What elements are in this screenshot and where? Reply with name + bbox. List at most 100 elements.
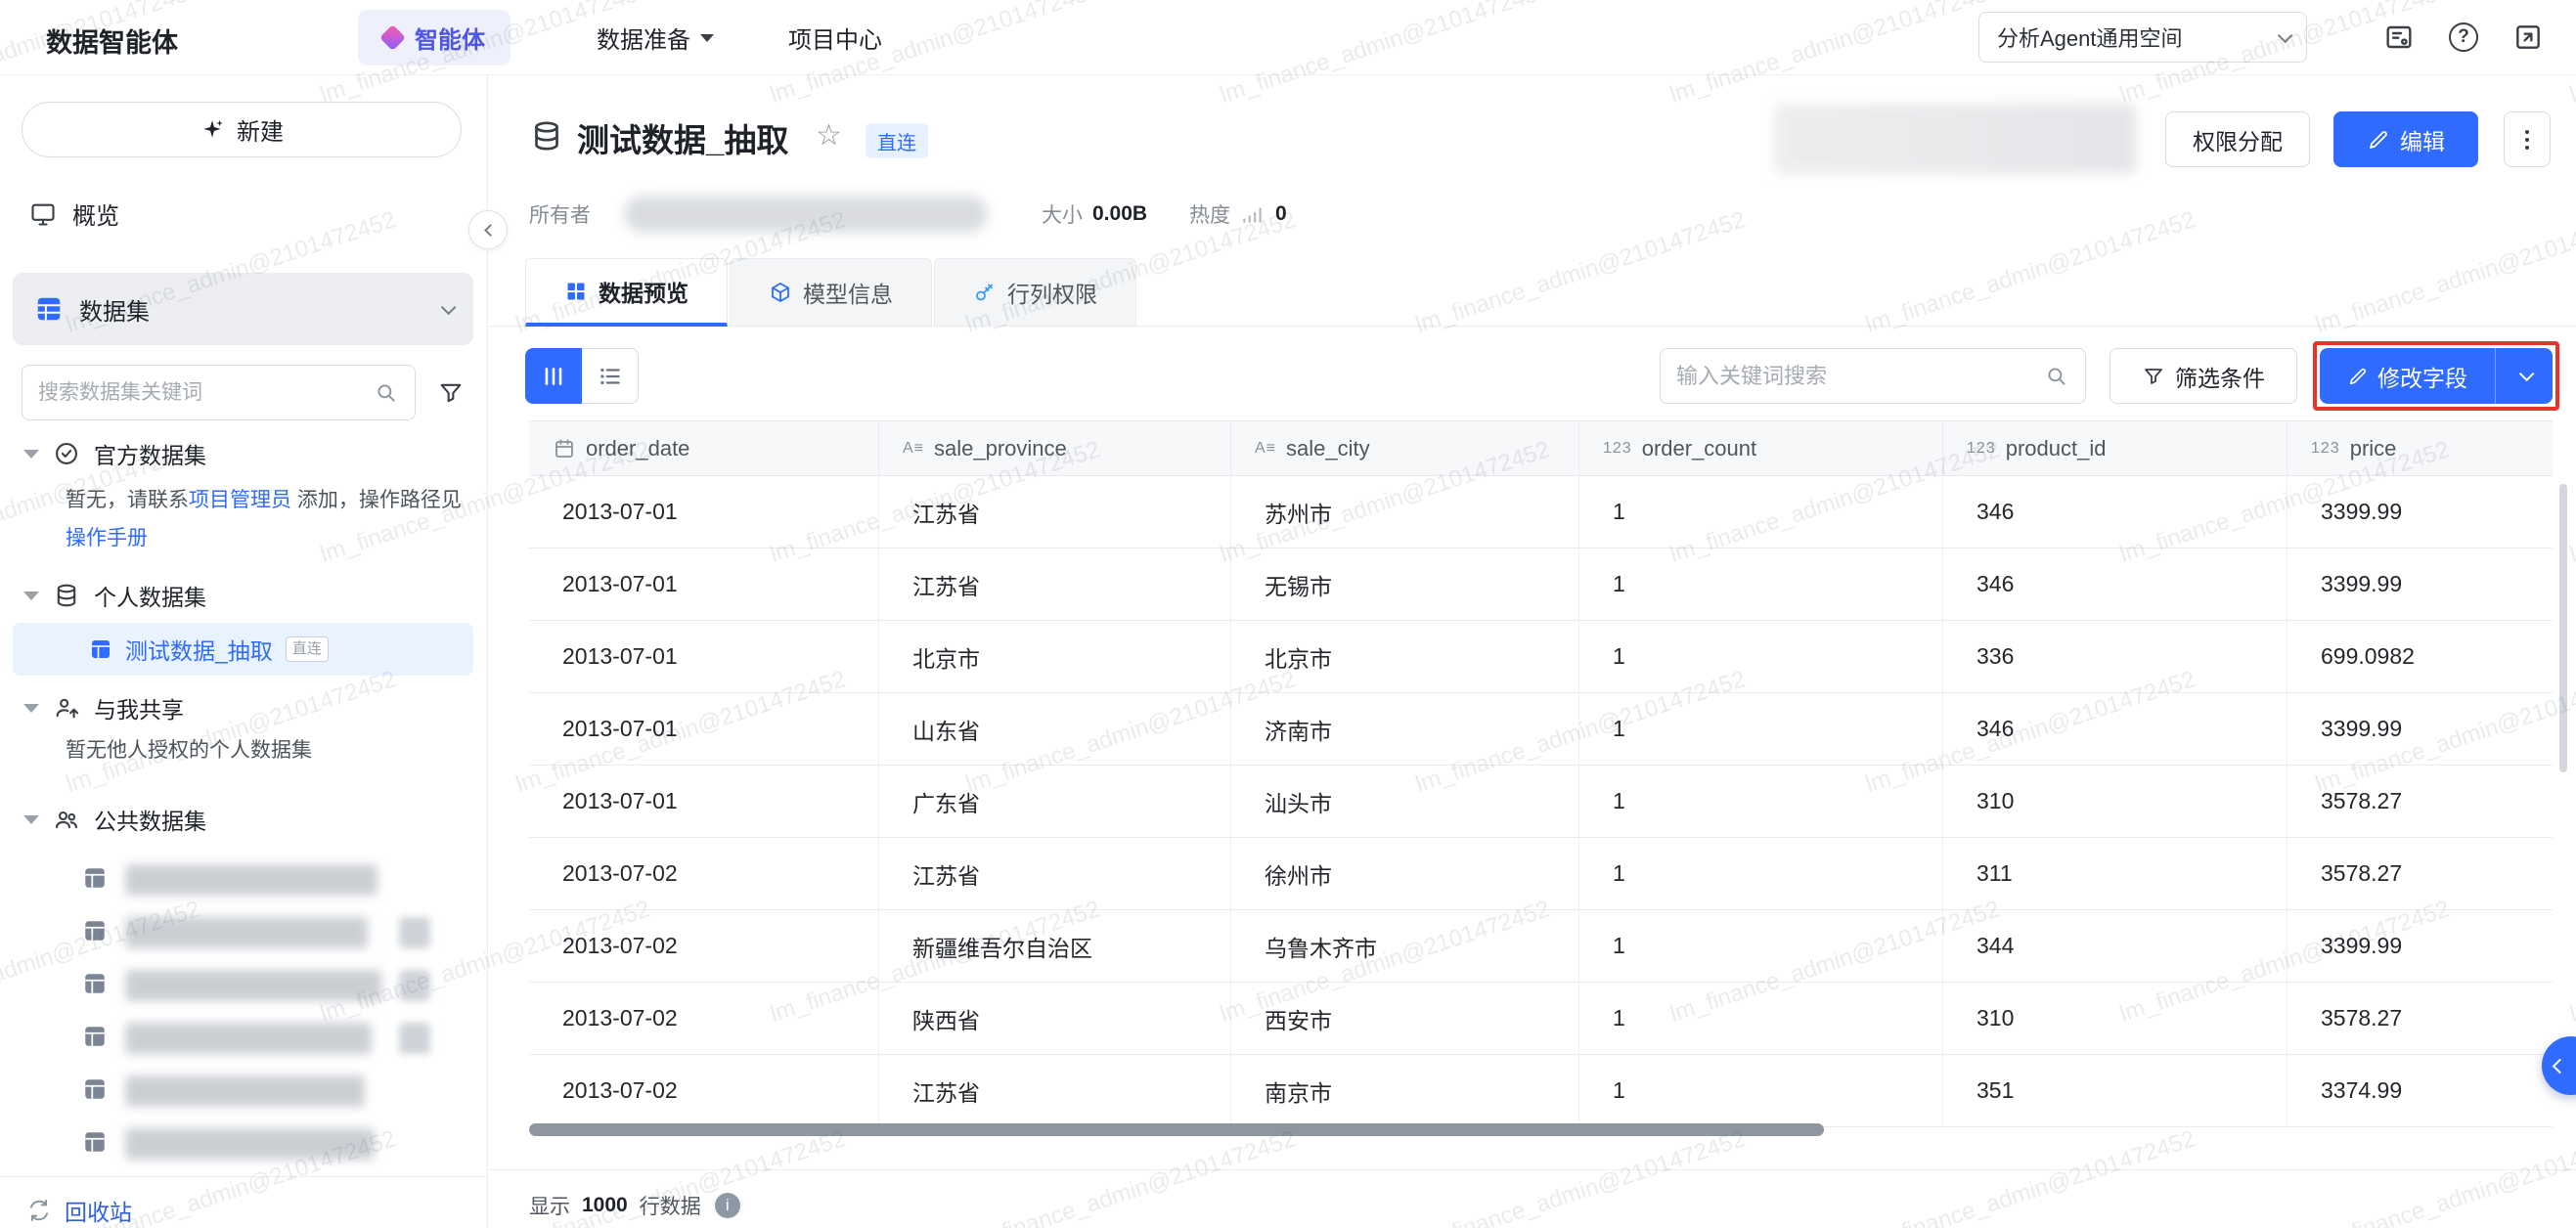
console-icon[interactable] xyxy=(2379,18,2419,57)
manual-link[interactable]: 操作手册 xyxy=(66,527,148,549)
sidebar-item-overview[interactable]: 概览 xyxy=(29,186,119,241)
blurred-dataset-item[interactable] xyxy=(0,908,488,955)
chevron-down-icon xyxy=(700,34,714,42)
chevron-left-icon xyxy=(484,224,497,237)
blurred-tag xyxy=(399,917,430,948)
table-row: 2013-07-02江苏省南京市13513374.99 xyxy=(529,1055,2553,1127)
date-type-icon xyxy=(553,437,576,460)
blurred-text xyxy=(125,1128,375,1160)
tab-model-info[interactable]: 模型信息 xyxy=(730,258,932,327)
table-cell: 3578.27 xyxy=(2287,838,2553,909)
table-cell: 1 xyxy=(1579,548,1943,620)
direct-connection-mini-tag: 直连 xyxy=(286,636,329,662)
tree-section-shared[interactable]: 与我共享 xyxy=(0,688,184,727)
tree-expand-icon[interactable] xyxy=(23,592,39,600)
owner-label: 所有者 xyxy=(529,199,591,229)
table-cell: 1 xyxy=(1579,621,1943,692)
number-type-icon: 123 xyxy=(2311,440,2340,458)
personal-datasets-label: 个人数据集 xyxy=(94,579,206,612)
blurred-dataset-item[interactable] xyxy=(0,961,488,1008)
grid-view-button[interactable] xyxy=(525,348,582,404)
tree-expand-icon[interactable] xyxy=(23,450,39,459)
nav-project-center-label: 项目中心 xyxy=(788,21,882,55)
horizontal-scrollbar[interactable] xyxy=(529,1123,1824,1136)
sidebar-item-recycle-bin[interactable]: 回收站 xyxy=(26,1190,132,1228)
table-cell: 311 xyxy=(1943,838,2287,909)
topbar: 数据智能体 智能体 数据准备 项目中心 分析Agent通用空间 ? xyxy=(0,0,2576,75)
tree-expand-icon[interactable] xyxy=(23,704,39,713)
shared-empty-text: 暂无他人授权的个人数据集 xyxy=(66,734,312,764)
nav-item-agent[interactable]: 智能体 xyxy=(358,10,511,66)
table-header-row: order_dateA≡sale_provinceA≡sale_city123o… xyxy=(529,420,2553,476)
table-body: 2013-07-01江苏省苏州市13463399.992013-07-01江苏省… xyxy=(529,476,2553,1127)
column-name: order_count xyxy=(1642,436,1756,461)
table-search-input[interactable] xyxy=(1676,364,2044,389)
dataset-search xyxy=(22,365,416,420)
blurred-dataset-item[interactable] xyxy=(0,1014,488,1061)
table-cell: 江苏省 xyxy=(879,548,1231,620)
table-cell: 2013-07-02 xyxy=(529,910,879,982)
nav-item-project-center[interactable]: 项目中心 xyxy=(788,0,882,75)
sidebar-item-selected-dataset[interactable]: 测试数据_抽取 直连 xyxy=(13,623,473,676)
table-cell: 1 xyxy=(1579,1055,1943,1126)
sidebar-collapse-handle[interactable] xyxy=(468,210,508,249)
tree-expand-icon[interactable] xyxy=(23,815,39,824)
dataset-icon xyxy=(89,637,112,661)
tab-row-column-permission[interactable]: 行列权限 xyxy=(934,258,1136,327)
vertical-scrollbar[interactable] xyxy=(2559,484,2567,772)
help-icon[interactable]: ? xyxy=(2444,18,2483,57)
dataset-db-icon xyxy=(529,118,564,154)
edit-button[interactable]: 编辑 xyxy=(2333,111,2478,167)
sidebar: 新建 概览 数据集 官方数据集 暂无，请联系项目管理员 添加，操作路径见操作手册 xyxy=(0,75,488,1228)
chevron-down-icon xyxy=(441,299,457,315)
tree-section-public[interactable]: 公共数据集 xyxy=(0,800,206,839)
permission-assign-button[interactable]: 权限分配 xyxy=(2165,111,2310,167)
blurred-dataset-item[interactable] xyxy=(0,1119,488,1166)
pencil-icon xyxy=(2367,128,2390,152)
table-cell: 3399.99 xyxy=(2287,910,2553,982)
monitor-icon xyxy=(29,200,57,228)
more-actions-button[interactable] xyxy=(2504,111,2551,167)
table-cell: 346 xyxy=(1943,693,2287,765)
row-count: 1000 xyxy=(582,1194,628,1217)
official-empty-note: 暂无，请联系项目管理员 添加，操作路径见操作手册 xyxy=(66,481,476,557)
table-cell: 南京市 xyxy=(1231,1055,1579,1126)
modify-fields-dropdown-button[interactable] xyxy=(2496,348,2553,404)
chevron-down-icon xyxy=(2278,27,2293,43)
table-cell: 2013-07-01 xyxy=(529,621,879,692)
table-row: 2013-07-01广东省汕头市13103578.27 xyxy=(529,766,2553,838)
blurred-text xyxy=(125,970,381,1001)
column-header-sale_province: A≡sale_province xyxy=(879,421,1231,475)
nav-item-data-prep[interactable]: 数据准备 xyxy=(597,0,714,75)
table-cell: 3374.99 xyxy=(2287,1055,2553,1126)
sidebar-item-datasets[interactable]: 数据集 xyxy=(13,273,473,345)
filter-condition-button[interactable]: 筛选条件 xyxy=(2110,348,2297,404)
pencil-icon xyxy=(2347,366,2369,387)
tree-section-personal[interactable]: 个人数据集 xyxy=(0,576,206,615)
tree-section-official[interactable]: 官方数据集 xyxy=(0,434,206,473)
info-icon[interactable]: i xyxy=(715,1193,740,1218)
overview-label: 概览 xyxy=(72,197,119,231)
sparkle-icon xyxy=(200,117,225,143)
open-in-icon[interactable] xyxy=(2509,18,2548,57)
new-button[interactable]: 新建 xyxy=(22,102,462,157)
table-cell: 1 xyxy=(1579,693,1943,765)
column-name: price xyxy=(2350,436,2397,461)
table-cell: 济南市 xyxy=(1231,693,1579,765)
dataset-search-input[interactable] xyxy=(38,381,374,405)
size-value: 0.00B xyxy=(1092,202,1147,226)
heat-meta: 热度 0 xyxy=(1189,196,1287,233)
owner-meta: 所有者 xyxy=(529,196,591,233)
project-admin-link[interactable]: 项目管理员 xyxy=(189,489,291,511)
blurred-dataset-item[interactable] xyxy=(0,855,488,902)
modify-fields-button[interactable]: 修改字段 xyxy=(2320,348,2496,404)
list-view-button[interactable] xyxy=(582,348,639,404)
table-cell: 310 xyxy=(1943,983,2287,1054)
blurred-dataset-item[interactable] xyxy=(0,1067,488,1114)
column-header-order_count: 123order_count xyxy=(1579,421,1943,475)
favorite-star-icon[interactable]: ☆ xyxy=(816,118,842,153)
blurred-owner-name xyxy=(624,196,988,233)
dataset-filter-button[interactable] xyxy=(428,365,473,420)
tab-data-preview[interactable]: 数据预览 xyxy=(525,258,728,327)
workspace-select[interactable]: 分析Agent通用空间 xyxy=(1978,12,2307,63)
